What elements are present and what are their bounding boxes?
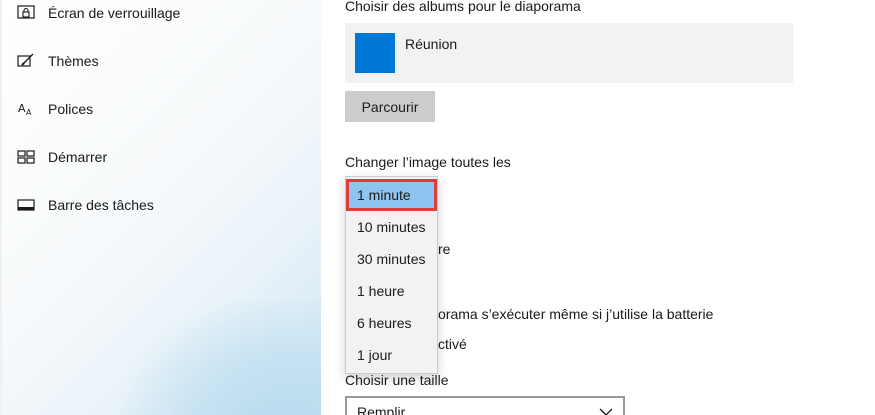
sidebar-item-label: Polices [48,101,94,117]
battery-option-fragment: orama s’exécuter même si j’utilise la ba… [438,306,714,322]
dropdown-option-10-minutes[interactable]: 10 minutes [346,211,437,243]
album-thumbnail [355,33,395,73]
albums-section-title: Choisir des albums pour le diaporama [345,0,581,14]
album-entry[interactable]: Réunion [345,23,793,83]
browse-button[interactable]: Parcourir [345,91,435,122]
sidebar-item-label: Écran de verrouillage [48,5,181,21]
dropdown-option-30-minutes[interactable]: 30 minutes [346,243,437,275]
fonts-icon: AA [16,99,36,119]
size-select[interactable]: Remplir [345,396,625,415]
sidebar-item-label: Barre des tâches [48,197,154,213]
toggle-state-fragment: ctivé [438,336,467,352]
size-label: Choisir une taille [345,372,449,388]
interval-dropdown: 1 minute 10 minutes 30 minutes 1 heure 6… [345,176,438,374]
album-name: Réunion [405,36,458,52]
svg-text:A: A [18,102,26,115]
themes-icon [16,51,36,71]
sidebar: Écran de verrouillage Thèmes AA Polices … [0,0,321,415]
dropdown-option-6-hours[interactable]: 6 heures [346,307,437,339]
sidebar-item-fonts[interactable]: AA Polices [16,97,93,121]
change-interval-label: Changer l’image toutes les [345,154,511,170]
sidebar-item-lock-screen[interactable]: Écran de verrouillage [16,1,180,25]
sidebar-item-label: Démarrer [48,149,108,165]
dropdown-option-1-hour[interactable]: 1 heure [346,275,437,307]
chevron-down-icon [599,404,613,415]
sidebar-item-label: Thèmes [48,53,99,69]
sidebar-item-taskbar[interactable]: Barre des tâches [16,193,154,217]
dropdown-option-1-day[interactable]: 1 jour [346,339,437,371]
sidebar-item-start[interactable]: Démarrer [16,145,107,169]
dropdown-option-1-minute[interactable]: 1 minute [346,179,437,211]
lock-screen-icon [16,3,36,23]
size-select-value: Remplir [357,404,406,415]
svg-text:A: A [26,108,32,117]
sidebar-item-themes[interactable]: Thèmes [16,49,99,73]
taskbar-icon [16,195,36,215]
start-icon [16,147,36,167]
occluded-text-fragment: re [438,241,451,257]
